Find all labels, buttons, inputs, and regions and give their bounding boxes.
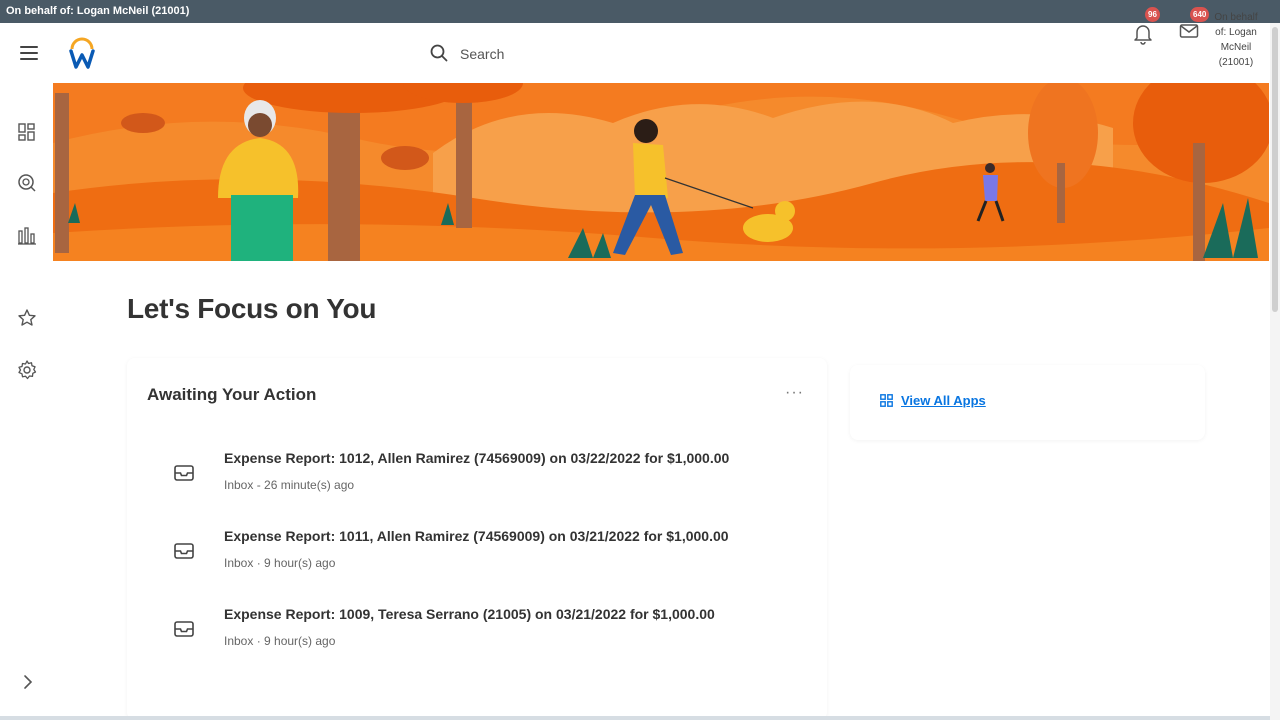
task-subtitle: Inbox · 9 hour(s) ago: [224, 556, 336, 570]
task-title[interactable]: Expense Report: 1011, Allen Ramirez (745…: [224, 528, 729, 544]
search-bar[interactable]: Search: [420, 33, 840, 73]
inbox-tray-icon: [174, 621, 194, 637]
notifications-count-badge: 96: [1145, 7, 1160, 22]
task-item[interactable]: Expense Report: 1011, Allen Ramirez (745…: [167, 528, 807, 588]
expand-chevron-icon[interactable]: [20, 673, 36, 691]
proxy-bar: On behalf of: Logan McNeil (21001): [0, 0, 1280, 23]
menu-icon[interactable]: [20, 46, 38, 60]
search-apps-icon[interactable]: [16, 172, 38, 194]
view-all-apps-label[interactable]: View All Apps: [901, 393, 986, 408]
page-title: Let's Focus on You: [127, 293, 377, 324]
inbox-tray-icon: [174, 543, 194, 559]
task-title[interactable]: Expense Report: 1009, Teresa Serrano (21…: [224, 606, 715, 622]
favorites-star-icon[interactable]: [16, 307, 38, 329]
settings-gear-icon[interactable]: [16, 359, 38, 381]
task-item[interactable]: Expense Report: 1012, Allen Ramirez (745…: [167, 450, 807, 510]
more-options-icon[interactable]: ···: [785, 384, 804, 402]
page-scrollbar[interactable]: [1270, 23, 1280, 720]
avatar[interactable]: On behalf of: Logan McNeil (21001): [1214, 10, 1258, 70]
inbox-count-badge: 640: [1190, 7, 1210, 22]
task-subtitle: Inbox - 26 minute(s) ago: [224, 478, 355, 492]
awaiting-action-title: Awaiting Your Action: [147, 385, 317, 404]
apps-grid-icon: [880, 394, 893, 407]
inbox-tray-icon: [174, 465, 194, 481]
apps-card: View All Apps: [850, 365, 1205, 440]
search-input[interactable]: Search: [460, 46, 504, 62]
header: Search 96 640 On behalf of: Logan McNeil…: [0, 7, 1280, 83]
reports-chart-icon[interactable]: [16, 225, 38, 247]
awaiting-action-card: Awaiting Your Action ··· Expense Report:…: [127, 358, 827, 720]
task-title[interactable]: Expense Report: 1012, Allen Ramirez (745…: [224, 450, 729, 466]
search-icon: [430, 44, 448, 62]
inbox-icon[interactable]: [1179, 23, 1199, 39]
hero-banner-illustration: [53, 83, 1269, 261]
scrollbar-thumb[interactable]: [1272, 27, 1278, 312]
notifications-bell-icon[interactable]: [1132, 23, 1154, 45]
dashboard-grid-icon[interactable]: [16, 121, 38, 143]
task-subtitle: Inbox · 9 hour(s) ago: [224, 634, 336, 648]
proxy-bar-text: On behalf of: Logan McNeil (21001): [6, 5, 190, 17]
workday-logo[interactable]: [66, 37, 98, 71]
bottom-divider: [0, 716, 1270, 720]
side-navigation: [0, 83, 53, 720]
task-item[interactable]: Expense Report: 1009, Teresa Serrano (21…: [167, 606, 807, 666]
